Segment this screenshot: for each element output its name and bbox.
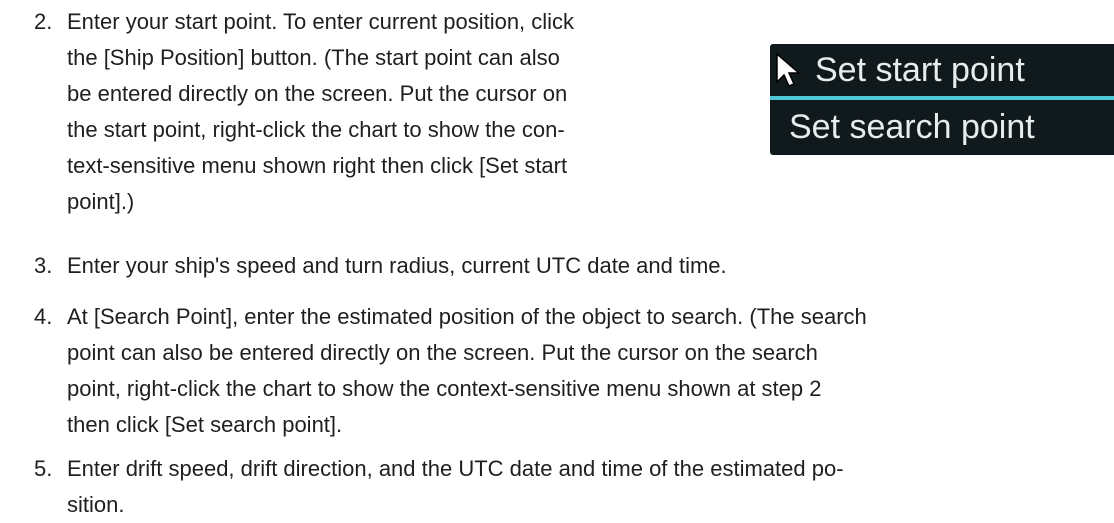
menu-item-set-start-point[interactable]: Set start point: [770, 44, 1114, 96]
menu-divider: [770, 96, 1114, 100]
step-text: Enter drift speed, drift direction, and …: [67, 451, 844, 523]
menu-item-label: Set search point: [789, 108, 1035, 146]
step-line: Enter your start point. To enter current…: [67, 9, 575, 34]
menu-item-set-search-point[interactable]: Set search point: [770, 101, 1114, 153]
step-line: then click [Set search point].: [67, 412, 343, 437]
step-number: 3.: [34, 253, 53, 278]
step-text: At [Search Point], enter the estimated p…: [67, 299, 867, 443]
step-line: be entered directly on the screen. Put t…: [67, 81, 568, 106]
menu-item-label: Set start point: [815, 51, 1025, 89]
step-number: 4.: [34, 304, 53, 329]
step-line: the start point, right-click the chart t…: [67, 117, 565, 142]
context-menu: Set start point Set search point: [770, 44, 1114, 155]
step-line: Enter your ship's speed and turn radius,…: [67, 253, 727, 278]
step-line: point, right-click the chart to show the…: [67, 376, 822, 401]
step-line: text-sensitive menu shown right then cli…: [67, 153, 568, 178]
step-number: 2.: [34, 9, 53, 34]
cursor-arrow-icon: [774, 51, 804, 87]
step-line: At [Search Point], enter the estimated p…: [67, 304, 867, 329]
step-text: Enter your start point. To enter current…: [67, 4, 574, 220]
step-text: Enter your ship's speed and turn radius,…: [67, 248, 727, 284]
step-line: Enter drift speed, drift direction, and …: [67, 456, 844, 481]
step-line: point can also be entered directly on th…: [67, 340, 818, 365]
step-line: point].): [67, 189, 135, 214]
step-line: the [Ship Position] button. (The start p…: [67, 45, 560, 70]
step-number: 5.: [34, 456, 53, 481]
